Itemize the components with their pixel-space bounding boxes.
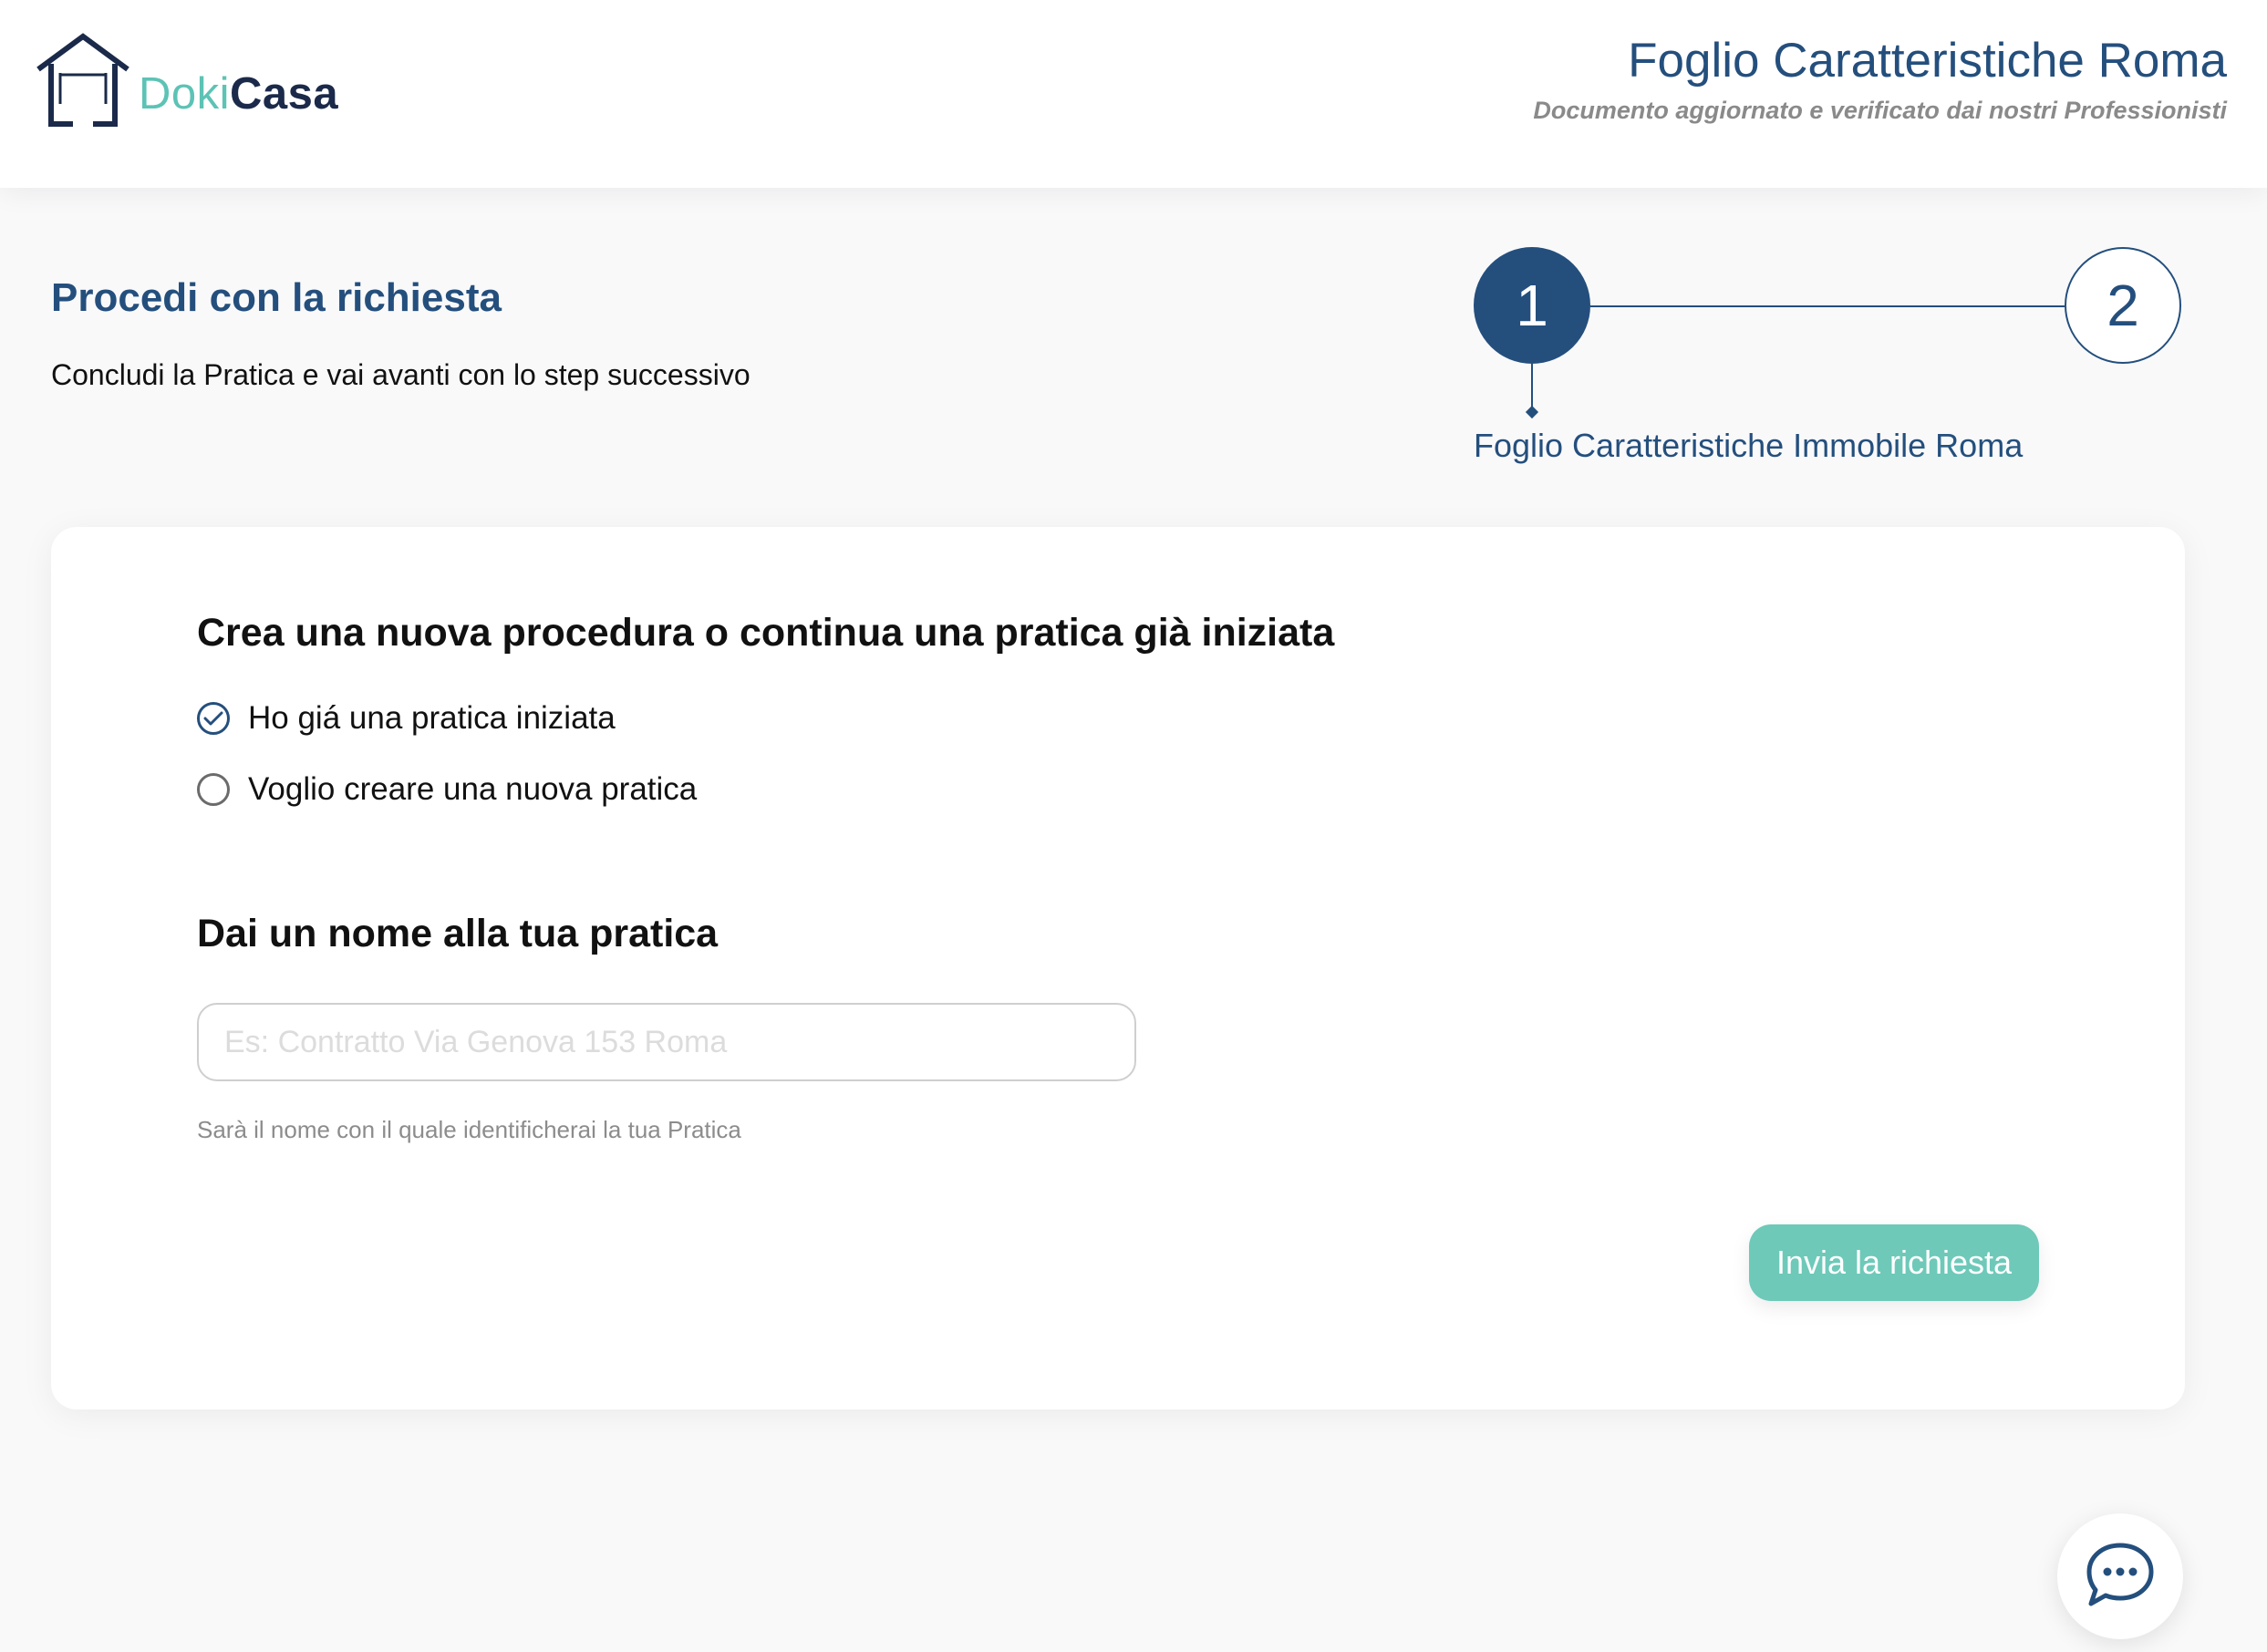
radio-checked-icon[interactable] xyxy=(197,702,230,735)
procedure-heading: Crea una nuova procedura o continua una … xyxy=(197,611,1335,655)
option-new-practice[interactable]: Voglio creare una nuova pratica xyxy=(197,771,697,808)
submit-request-button[interactable]: Invia la richiesta xyxy=(1749,1224,2039,1301)
page-title: Foglio Caratteristiche Roma xyxy=(1628,34,2227,88)
stepper-connector xyxy=(1590,305,2065,307)
chat-widget-button[interactable] xyxy=(2057,1513,2183,1639)
practice-name-hint: Sarà il nome con il quale identificherai… xyxy=(197,1116,741,1143)
section-title: Procedi con la richiesta xyxy=(51,275,502,320)
logo-text-casa: Casa xyxy=(230,69,339,119)
chat-bubble-icon xyxy=(2084,1540,2157,1614)
top-header: DokiCasa Foglio Caratteristiche Roma Doc… xyxy=(0,0,2267,188)
option-existing-practice[interactable]: Ho giá una pratica iniziata xyxy=(197,700,616,737)
step-2-indicator[interactable]: 2 xyxy=(2065,247,2181,364)
option-existing-practice-label: Ho giá una pratica iniziata xyxy=(248,700,616,736)
section-description: Concludi la Pratica e vai avanti con lo … xyxy=(51,358,750,391)
house-logo-icon xyxy=(33,31,133,129)
check-icon xyxy=(203,711,223,726)
practice-name-input[interactable] xyxy=(197,1003,1136,1081)
step-1-indicator[interactable]: 1 xyxy=(1474,247,1590,364)
step-1-pointer xyxy=(1531,364,1533,411)
practice-name-heading: Dai un nome alla tua pratica xyxy=(197,912,719,955)
dokicasa-logo[interactable]: DokiCasa xyxy=(33,31,338,129)
logo-text-doki: Doki xyxy=(139,69,231,119)
radio-unchecked-icon[interactable] xyxy=(197,773,230,806)
step-1-label: Foglio Caratteristiche Immobile Roma xyxy=(1474,427,2024,464)
page-subtitle: Documento aggiornato e verificato dai no… xyxy=(1533,97,2227,124)
request-form-card: Crea una nuova procedura o continua una … xyxy=(51,527,2185,1409)
step-1-pointer-marker xyxy=(1525,405,1539,419)
logo-text: DokiCasa xyxy=(139,68,338,119)
option-new-practice-label: Voglio creare una nuova pratica xyxy=(248,771,698,807)
